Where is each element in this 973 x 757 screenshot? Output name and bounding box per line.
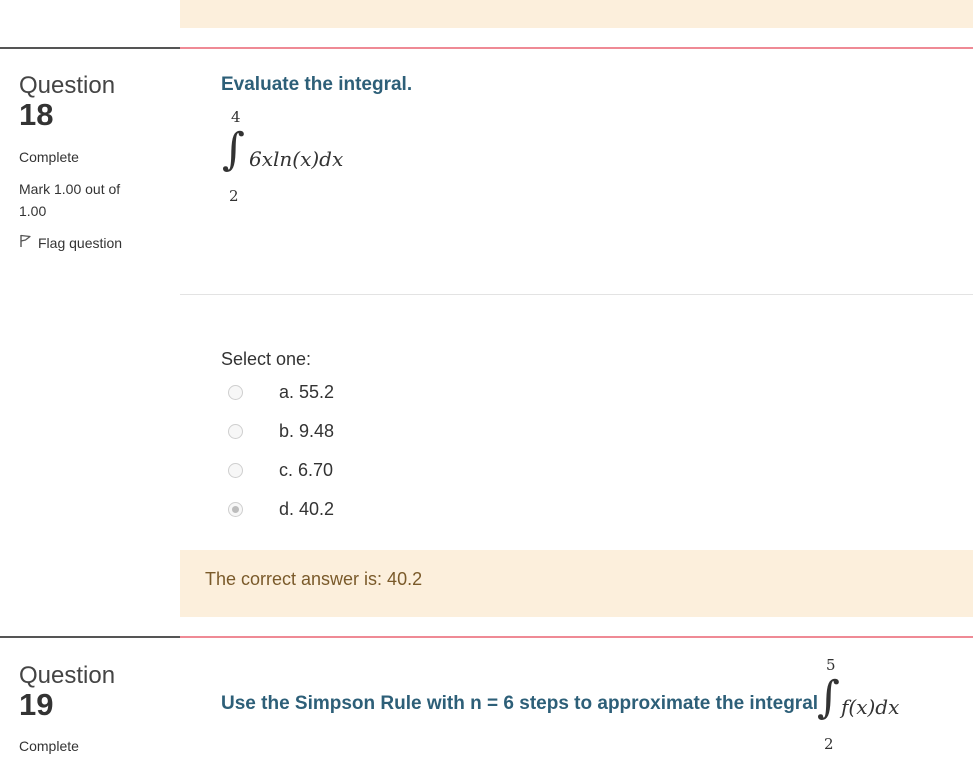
integrand: f(x)dx [841,695,900,719]
radio-button[interactable] [228,423,243,439]
previous-question-info-area [0,0,180,28]
radio-button[interactable] [228,384,243,400]
question-18-info: Question 18 [19,73,199,131]
question-mark-line-2: 1.00 [19,203,47,219]
question-number: 19 [19,687,54,722]
question-label: Question [19,662,116,689]
question-text: Use the Simpson Rule with n = 6 steps to… [221,693,819,714]
question-content-rule [180,47,973,49]
answer-option-c[interactable]: c. 6.70 [228,458,334,482]
radio-selected-dot [232,505,239,513]
answer-option-a[interactable]: a. 55.2 [228,380,334,404]
integral-expression: 4 ∫ 2 6xln(x)dx [220,108,420,208]
integral-sign: ∫ [222,124,245,175]
question-label: Question [19,72,116,99]
answer-option-b[interactable]: b. 9.48 [228,419,334,443]
feedback-panel: The correct answer is: 40.2 [180,550,973,617]
section-divider [180,294,973,295]
integral-sign: ∫ [817,672,840,723]
answer-option-d[interactable]: d. 40.2 [228,497,334,521]
question-info-rule [0,636,180,638]
answer-option-label: d. 40.2 [279,498,335,519]
question-19-info: Question 19 [19,663,199,721]
question-content-rule [180,636,973,638]
answer-options: a. 55.2 b. 9.48 c. 6.70 d. 40.2 [228,380,334,521]
correct-answer-text: The correct answer is: 40.2 [205,569,423,589]
answer-option-label: c. 6.70 [279,459,334,480]
integrand: 6xln(x)dx [249,147,344,171]
flag-icon [19,234,32,251]
previous-feedback-panel [180,0,973,28]
question-info-rule [0,47,180,49]
radio-button-selected[interactable] [228,501,243,517]
question-state: Complete [19,149,79,165]
flag-question-link[interactable]: Flag question [19,234,122,251]
radio-button[interactable] [228,462,243,478]
question-number: 18 [19,97,54,132]
answer-option-label: a. 55.2 [279,381,335,402]
integral-lower-limit: 2 [824,735,834,753]
answer-option-label: b. 9.48 [279,420,335,441]
question-text: Evaluate the integral. [221,74,413,95]
select-one-label: Select one: [221,349,312,369]
integral-lower-limit: 2 [229,187,239,205]
question-mark-line-1: Mark 1.00 out of [19,181,121,197]
question-state: Complete [19,738,79,754]
question-mark: Mark 1.00 out of 1.00 [19,178,169,222]
flag-question-label: Flag question [38,234,123,251]
integral-expression: 5 ∫ 2 f(x)dx [815,656,965,756]
